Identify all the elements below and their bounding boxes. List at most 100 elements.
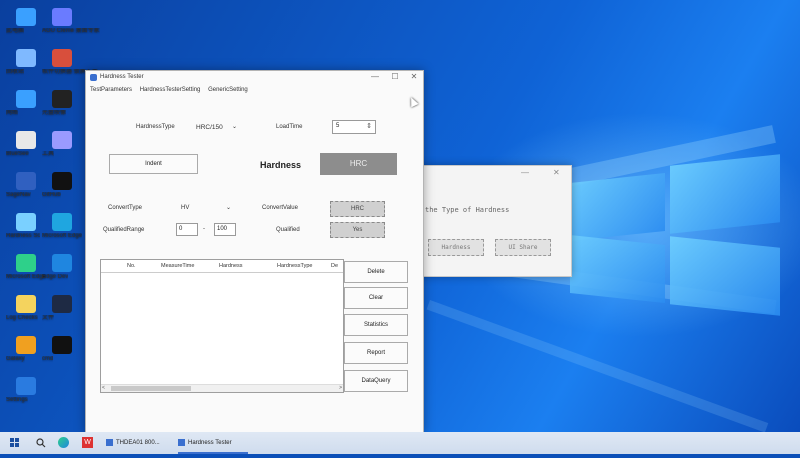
desktop-icon[interactable]: 光盘映像	[42, 90, 82, 116]
desktop-icon[interactable]: Microsoft Edge	[6, 254, 46, 280]
desktop-icon[interactable]: GitHub	[42, 172, 82, 198]
desktop-icon[interactable]: 网络	[6, 90, 46, 116]
type-prompt-text: the Type of Hardness	[425, 206, 510, 214]
edge-taskbar-button[interactable]	[58, 432, 72, 454]
spinner-icon[interactable]: ⇕	[366, 122, 372, 130]
desktop-icon[interactable]: 软件切换器 锁屏工具	[42, 49, 98, 75]
desktop-icon-label: Settings	[6, 397, 28, 403]
desktop-icon[interactable]: 此电脑	[6, 8, 46, 34]
clear-button[interactable]: Clear	[344, 287, 408, 309]
scrollbar-thumb[interactable]	[111, 386, 191, 391]
qualified-label: Qualified	[276, 227, 300, 233]
desktop-icon-label: Hardness Sc	[6, 233, 41, 239]
desktop-icon[interactable]: 文件	[42, 295, 82, 321]
edge-icon	[58, 437, 69, 448]
desktop-icon-label: AGU Cleme 桌面专家	[42, 28, 100, 34]
load-time-label: LoadTime	[276, 124, 303, 130]
desktop-icon[interactable]: SageNav	[6, 172, 46, 198]
report-button[interactable]: Report	[344, 342, 408, 364]
app-shortcut-icon	[16, 295, 36, 313]
desktop-icon-label: 网络	[6, 110, 19, 116]
desktop-icon[interactable]: Settings	[6, 377, 46, 403]
horizontal-scrollbar[interactable]: < >	[101, 384, 343, 392]
desktop-icon-label: 工具	[42, 151, 55, 157]
desktop-icon-label: cmd	[42, 356, 54, 362]
convert-value-label: ConvertValue	[262, 205, 298, 211]
desktop-icon[interactable]: 工具	[42, 131, 82, 157]
scroll-right-icon[interactable]: >	[339, 385, 342, 391]
tab-hardness-tester-setting[interactable]: HardnessTesterSetting	[140, 87, 201, 93]
desktop-icon-label: 此电脑	[6, 28, 25, 34]
chevron-down-icon[interactable]: ⌄	[226, 204, 231, 211]
desktop-icon[interactable]: cmd	[42, 336, 82, 362]
taskbar-item-hardness-tester[interactable]: Hardness Tester	[178, 432, 248, 454]
convert-type-select[interactable]: HV	[181, 205, 189, 211]
desktop-icon[interactable]: Galaxy	[6, 336, 46, 362]
column-header-measure-time[interactable]: MeasureTime	[161, 263, 194, 269]
qualified-value-display: Yes	[330, 222, 385, 238]
taskbar-item-thdea01[interactable]: THDEA01 800...	[106, 432, 176, 454]
column-header-hardness-type[interactable]: HardnessType	[277, 263, 312, 269]
tab-test-parameters[interactable]: TestParameters	[90, 87, 132, 93]
start-button[interactable]	[10, 432, 22, 454]
desktop-icon-label: 回收站	[6, 69, 25, 75]
desktop-icon[interactable]: Microsoft Edge	[42, 213, 82, 239]
column-header-hardness[interactable]: Hardness	[219, 263, 243, 269]
app-shortcut-icon	[16, 336, 36, 354]
load-time-value: 5	[336, 123, 340, 129]
app-shortcut-icon	[16, 213, 36, 231]
menu-bar: TestParameters HardnessTesterSetting Gen…	[90, 87, 254, 93]
measurement-table[interactable]: No. MeasureTime Hardness HardnessType De…	[100, 259, 344, 393]
search-button[interactable]	[36, 432, 48, 454]
scroll-left-icon[interactable]: <	[102, 385, 105, 391]
app-shortcut-icon	[16, 377, 36, 395]
range-min-input[interactable]: 0	[176, 223, 198, 236]
desktop-icon[interactable]: Log Checks	[6, 295, 46, 321]
desktop-icon-label: Microsoft Edge	[6, 274, 47, 280]
light-beam	[426, 300, 769, 432]
window-title: Hardness Tester	[100, 74, 144, 80]
desktop-icon-label: Galaxy	[6, 356, 25, 362]
wps-icon: W	[82, 437, 93, 448]
maximize-button[interactable]: ☐	[388, 72, 402, 81]
desktop-icon[interactable]: Hardness Sc	[6, 213, 46, 239]
windows-logo	[570, 154, 780, 316]
desktop-icon-label: 光盘映像	[42, 110, 67, 116]
desktop-icon[interactable]: AGU Cleme 桌面专家	[42, 8, 100, 34]
indent-button[interactable]: Indent	[109, 154, 198, 174]
type-dialog-window[interactable]: — ✕ the Type of Hardness Hardness UI Sha…	[412, 165, 572, 277]
app-shortcut-icon	[16, 8, 36, 26]
desktop-icon[interactable]: Edge Dev	[42, 254, 82, 280]
chevron-down-icon[interactable]: ⌄	[232, 123, 237, 130]
desktop-icon[interactable]: 回收站	[6, 49, 46, 75]
column-header-de[interactable]: De	[331, 263, 338, 269]
desktop-icon-label: Microsoft Edge	[42, 233, 83, 239]
hardness-tester-window[interactable]: Hardness Tester — ☐ ✕ TestParameters Har…	[85, 70, 424, 432]
minimize-button[interactable]: —	[368, 72, 382, 81]
app-shortcut-icon	[16, 90, 36, 108]
minimize-icon[interactable]: —	[521, 168, 529, 177]
app-shortcut-icon	[52, 49, 72, 67]
hardness-type-button[interactable]: Hardness	[428, 239, 484, 256]
dataquery-button[interactable]: DataQuery	[344, 370, 408, 392]
tab-generic-setting[interactable]: GenericSetting	[208, 87, 248, 93]
wps-taskbar-button[interactable]: W	[82, 432, 96, 454]
statistics-button[interactable]: Statistics	[344, 314, 408, 336]
app-shortcut-icon	[52, 90, 72, 108]
desktop-icon[interactable]: BlueSee	[6, 131, 46, 157]
taskbar: W THDEA01 800... Hardness Tester	[0, 432, 800, 454]
delete-button[interactable]: Delete	[344, 261, 408, 283]
app-shortcut-icon	[16, 172, 36, 190]
app-shortcut-icon	[16, 254, 36, 272]
close-button[interactable]: ✕	[407, 72, 421, 81]
desktop-icon-label: GitHub	[42, 192, 61, 198]
ui-share-button[interactable]: UI Share	[495, 239, 551, 256]
load-time-input[interactable]: 5 ⇕	[332, 120, 376, 134]
range-max-input[interactable]: 100	[214, 223, 236, 236]
hardness-type-select[interactable]: HRC/150	[196, 124, 223, 131]
close-icon[interactable]: ✕	[553, 168, 560, 177]
column-header-no[interactable]: No.	[127, 263, 136, 269]
title-bar[interactable]: Hardness Tester — ☐ ✕	[86, 71, 423, 85]
taskbar-item-label: Hardness Tester	[188, 440, 232, 446]
desktop-icon-label: Log Checks	[6, 315, 38, 321]
